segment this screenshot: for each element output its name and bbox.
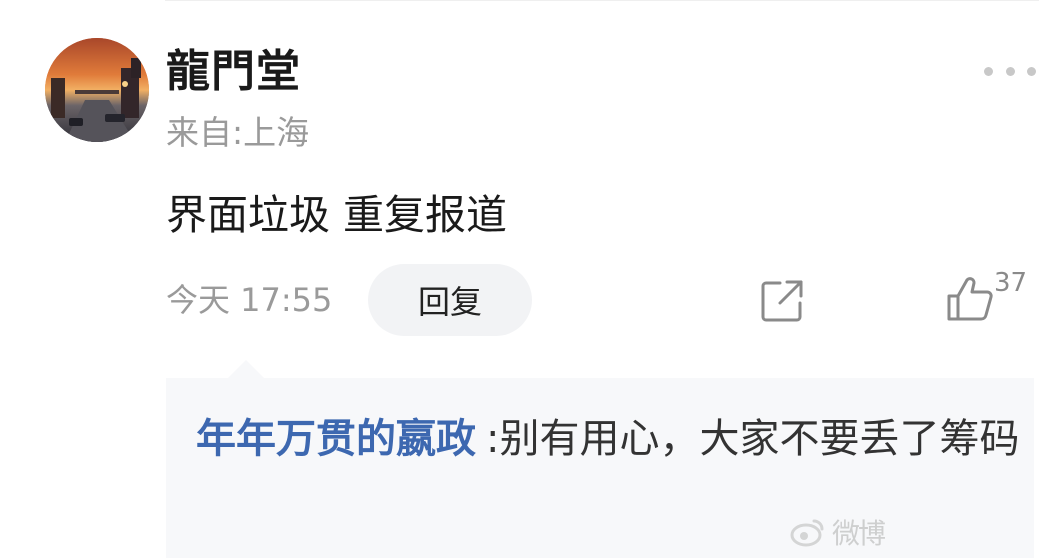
reply-separator: :	[486, 416, 500, 462]
reply-button[interactable]: 回复	[368, 264, 532, 336]
more-dots-icon	[1027, 66, 1036, 76]
reply-author-link[interactable]: 年年万贯的嬴政	[196, 416, 476, 462]
thumbs-up-icon[interactable]	[946, 276, 994, 322]
share-icon[interactable]	[760, 279, 804, 323]
reply-pointer	[228, 360, 264, 378]
username[interactable]: 龍門堂	[166, 42, 301, 102]
top-divider	[165, 0, 1039, 1]
like-count: 37	[994, 268, 1028, 298]
comment-card: 龍門堂 来自:上海 界面垃圾 重复报道 今天 17:55 回复 37 年年万贯的…	[0, 0, 1055, 558]
comment-text: 界面垃圾 重复报道	[166, 191, 508, 239]
watermark: 微博	[790, 514, 1050, 550]
watermark-text: 微博	[832, 517, 886, 550]
avatar[interactable]	[45, 38, 149, 142]
weibo-logo-icon	[790, 519, 824, 547]
location-label: 来自:上海	[166, 113, 310, 152]
reply-preview[interactable]: 年年万贯的嬴政:别有用心，大家不要丢了筹码	[196, 404, 1026, 474]
more-dots-icon	[984, 66, 993, 76]
more-options-button[interactable]	[984, 60, 1036, 82]
more-dots-icon	[1005, 66, 1015, 76]
reply-text: 别有用心，大家不要丢了筹码	[499, 416, 1020, 462]
timestamp: 今天 17:55	[166, 281, 333, 319]
